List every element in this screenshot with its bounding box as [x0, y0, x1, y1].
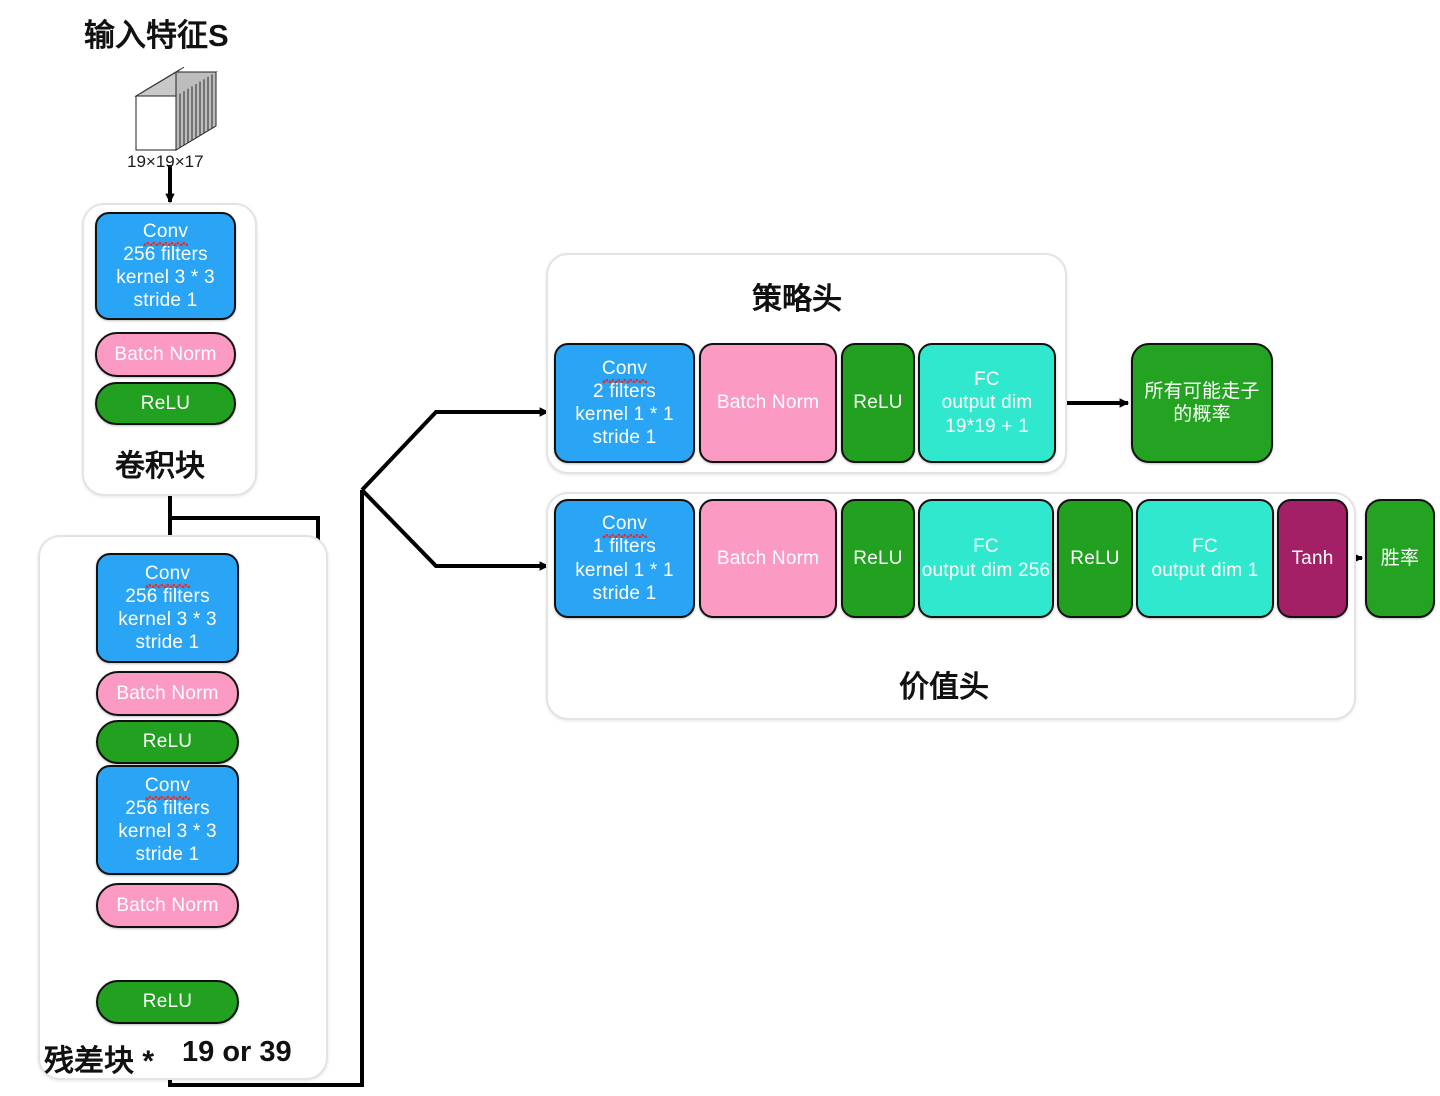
input-dimension-label: 19×19×17 [127, 152, 204, 171]
wire-branch-to-policy [360, 407, 550, 492]
policyhead-fc-line-1: output dim [941, 392, 1033, 414]
convblock-conv-line-3: stride 1 [133, 290, 198, 312]
policy-output-line-0: 所有可能走子 [1144, 380, 1260, 402]
convblock-batchnorm-label: Batch Norm [114, 343, 217, 365]
valuehead-fc-layer-2[interactable]: FC output dim 1 [1136, 499, 1274, 618]
convblock-relu-layer[interactable]: ReLU [95, 382, 236, 425]
resblock-batchnorm-layer-2[interactable]: Batch Norm [96, 883, 239, 928]
policyhead-conv-line-1: 2 filters [592, 380, 657, 402]
resblock-relu-layer-2[interactable]: ReLU [96, 980, 239, 1024]
convblock-conv-line-0: Conv [142, 220, 189, 246]
policyhead-batchnorm-layer[interactable]: Batch Norm [699, 343, 837, 463]
wire-branch-to-value [360, 488, 550, 571]
spellcheck-squiggle-icon [142, 241, 189, 246]
policyhead-conv-line-3: stride 1 [592, 427, 657, 449]
valuehead-fc-layer-1[interactable]: FC output dim 256 [918, 499, 1054, 618]
resblock-batchnorm-layer-1[interactable]: Batch Norm [96, 671, 239, 716]
convblock-relu-label: ReLU [140, 392, 191, 414]
valuehead-fc2-line-0: FC [1192, 536, 1218, 558]
resblock-conv2-line-2: kernel 3 * 3 [118, 821, 217, 842]
valuehead-relu-layer-2[interactable]: ReLU [1057, 499, 1133, 618]
policyhead-conv-line-0: Conv [601, 357, 648, 383]
valuehead-conv-layer[interactable]: Conv 1 filters kernel 1 * 1 stride 1 [554, 499, 695, 618]
policyhead-fc-layer[interactable]: FC output dim 19*19 + 1 [918, 343, 1056, 463]
valuehead-tanh-label: Tanh [1291, 547, 1334, 569]
conv-block-label: 卷积块 [115, 450, 205, 483]
residual-block-label: 残差块 * [44, 1045, 155, 1078]
page-title: 输入特征S [84, 18, 229, 53]
convblock-conv-line-2: kernel 3 * 3 [116, 267, 215, 288]
input-feature-cube [128, 66, 218, 152]
valuehead-batchnorm-layer[interactable]: Batch Norm [699, 499, 837, 618]
valuehead-bn-label: Batch Norm [716, 547, 820, 569]
valuehead-conv-line-2: kernel 1 * 1 [575, 559, 674, 581]
valuehead-conv-line-0: Conv [601, 512, 648, 539]
spellcheck-squiggle-icon [601, 378, 648, 383]
valuehead-conv-line-3: stride 1 [592, 582, 657, 604]
valuehead-fc2-line-1: output dim 1 [1151, 559, 1259, 581]
value-output-box[interactable]: 胜率 [1365, 499, 1435, 618]
resblock-bn2-label: Batch Norm [116, 894, 219, 916]
residual-block-repeat-count: 19 or 39 [182, 1036, 292, 1068]
resblock-conv2-line-3: stride 1 [135, 844, 200, 866]
convblock-conv-layer[interactable]: Conv 256 filters kernel 3 * 3 stride 1 [95, 212, 236, 320]
policyhead-conv-line-2: kernel 1 * 1 [575, 404, 674, 425]
policyhead-fc-line-0: FC [974, 369, 1000, 391]
resblock-conv1-line-0: Conv [144, 562, 191, 588]
convblock-batchnorm-layer[interactable]: Batch Norm [95, 332, 236, 377]
policy-head-label: 策略头 [752, 283, 842, 316]
policyhead-fc-line-2: 19*19 + 1 [945, 415, 1029, 437]
valuehead-conv-line-1: 1 filters [592, 536, 657, 558]
resblock-relu1-label: ReLU [142, 731, 193, 753]
resblock-conv1-line-2: kernel 3 * 3 [118, 609, 217, 630]
valuehead-fc1-line-1: output dim 256 [921, 559, 1051, 581]
valuehead-tanh-layer[interactable]: Tanh [1277, 499, 1348, 618]
valuehead-relu-layer-1[interactable]: ReLU [841, 499, 915, 618]
policyhead-relu-label: ReLU [853, 392, 903, 414]
valuehead-relu2-label: ReLU [1070, 547, 1120, 569]
spellcheck-squiggle-icon [601, 534, 648, 539]
resblock-conv-layer-2[interactable]: Conv 256 filters kernel 3 * 3 stride 1 [96, 765, 239, 875]
resblock-bn1-label: Batch Norm [116, 682, 219, 704]
resblock-conv1-line-3: stride 1 [135, 632, 200, 654]
policyhead-bn-label: Batch Norm [716, 392, 820, 414]
policyhead-conv-layer[interactable]: Conv 2 filters kernel 1 * 1 stride 1 [554, 343, 695, 463]
resblock-conv-layer-1[interactable]: Conv 256 filters kernel 3 * 3 stride 1 [96, 553, 239, 663]
spellcheck-squiggle-icon [144, 583, 191, 588]
convblock-conv-line-1: 256 filters [123, 243, 208, 265]
resblock-conv2-line-0: Conv [144, 774, 191, 800]
policy-output-line-1: 的概率 [1173, 404, 1231, 425]
policy-output-box[interactable]: 所有可能走子 的概率 [1131, 343, 1273, 463]
resblock-conv1-line-1: 256 filters [125, 585, 210, 607]
valuehead-relu1-label: ReLU [853, 547, 903, 569]
resblock-conv2-line-1: 256 filters [125, 797, 210, 819]
value-output-label: 胜率 [1380, 547, 1420, 569]
spellcheck-squiggle-icon [144, 795, 191, 800]
resblock-relu2-label: ReLU [142, 991, 193, 1013]
value-head-label: 价值头 [899, 671, 989, 704]
policyhead-relu-layer[interactable]: ReLU [841, 343, 915, 463]
resblock-relu-layer-1[interactable]: ReLU [96, 720, 239, 764]
valuehead-fc1-line-0: FC [973, 536, 999, 558]
